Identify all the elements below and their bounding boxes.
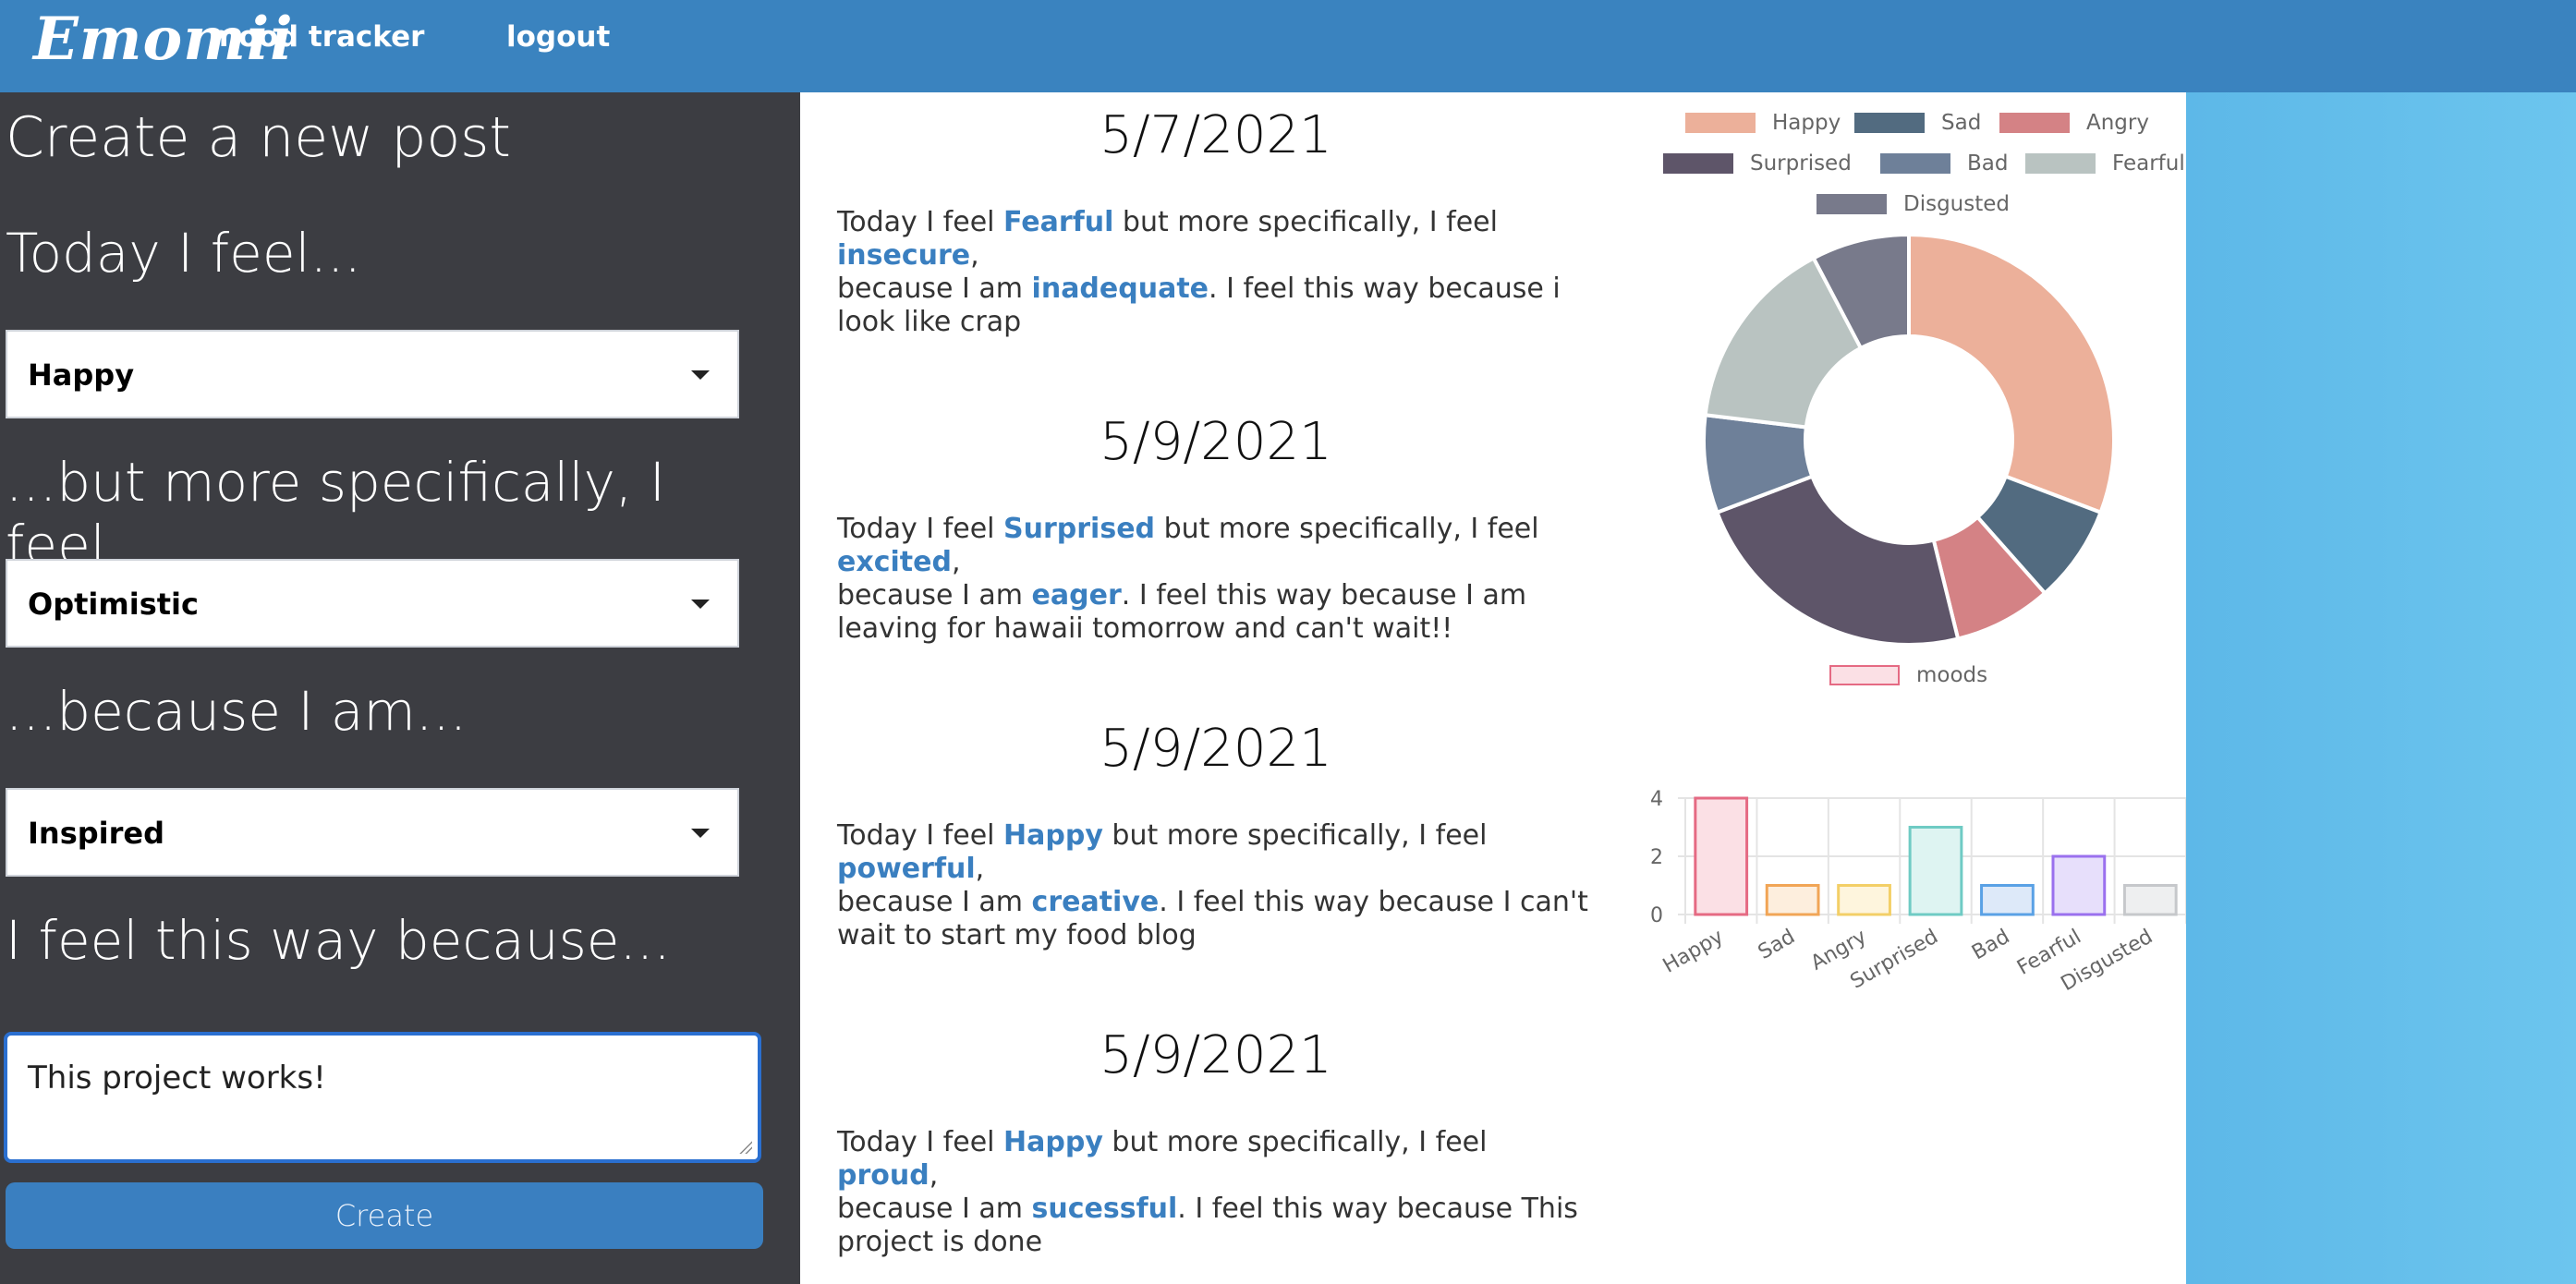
mood-donut-chart — [1702, 232, 2116, 647]
because-label: ...because I am... — [6, 680, 468, 743]
post-text: Today I feel — [837, 513, 1004, 545]
post-text: . I feel this way because — [1121, 579, 1466, 612]
post-text: because I am — [837, 579, 1032, 612]
post-specific-mood: insecure — [837, 239, 971, 272]
donut-slice-surprised[interactable] — [1714, 474, 1961, 647]
bar-fearful[interactable] — [2051, 854, 2107, 916]
specific-label: ...but more specifically, I feel... — [6, 451, 665, 576]
post-card: 5/9/2021 Today I feel Surprised but more… — [837, 412, 1595, 646]
y-tick-label: 4 — [1650, 788, 1663, 811]
post-mood: Happy — [1003, 819, 1103, 852]
post-text: but more specifically, I feel — [1102, 1126, 1488, 1158]
form-title: Create a new post — [6, 105, 511, 170]
post-because: sucessful — [1031, 1193, 1178, 1225]
x-tick-label: Happy — [1659, 926, 1728, 978]
post-text: because I am — [837, 273, 1032, 305]
post-text: . I feel this way because — [1159, 886, 1503, 918]
donut-slice-happy[interactable] — [1907, 232, 2116, 515]
page-background — [2186, 92, 2576, 1284]
specific-select[interactable]: Optimistic — [6, 559, 739, 648]
post-date: 5/7/2021 — [1100, 105, 1332, 165]
brand-subtitle: mood tracker — [209, 20, 425, 54]
post-text: , — [975, 853, 985, 885]
bar-sad[interactable] — [1765, 884, 1820, 916]
post-date: 5/9/2021 — [1100, 1025, 1332, 1085]
post-body: Today I feel Happy but more specifically… — [837, 819, 1595, 952]
post-body: Today I feel Fearful but more specifical… — [837, 206, 1595, 339]
post-mood: Happy — [1003, 1126, 1103, 1158]
mood-bar-chart: 024Happy Sad AngrySurprised Bad FearfulDisgu… — [1650, 788, 2186, 996]
create-button[interactable]: Create — [6, 1182, 763, 1249]
reason-textarea-value: This project works! — [28, 1060, 326, 1096]
post-text: , — [970, 239, 979, 272]
post-text: , — [929, 1159, 939, 1192]
post-text: . I feel this way because — [1209, 273, 1553, 305]
x-tick-label: Sad — [1755, 926, 1799, 964]
logout-link[interactable]: logout — [506, 20, 610, 54]
post-because: creative — [1031, 886, 1160, 918]
charts-panel: Happy Sad Angry Surprised Bad Fearful Disguste… — [1632, 92, 2186, 1284]
chevron-down-icon — [691, 829, 710, 838]
post-text: . I feel this way because — [1177, 1193, 1522, 1225]
feel-label: Today I feel... — [6, 222, 361, 285]
post-text: Today I feel — [837, 819, 1004, 852]
bar-surprised[interactable] — [1908, 826, 1963, 916]
post-text: , — [951, 546, 961, 578]
legend-swatch — [1829, 665, 1900, 685]
post-specific-mood: powerful — [837, 853, 976, 885]
because-select-value: Inspired — [28, 816, 164, 851]
post-text: but more specifically, I feel — [1113, 206, 1498, 238]
feel-select[interactable]: Happy — [6, 330, 739, 418]
resize-handle-icon[interactable] — [739, 1141, 752, 1154]
specific-select-value: Optimistic — [28, 587, 199, 622]
x-tick-label: Bad — [1968, 926, 2013, 965]
posts-feed: 5/7/2021 Today I feel Fearful but more s… — [800, 92, 1632, 1284]
reason-label: I feel this way because... — [6, 909, 671, 972]
y-tick-label: 2 — [1650, 846, 1663, 869]
post-text: because I am — [837, 886, 1032, 918]
post-specific-mood: excited — [837, 546, 952, 578]
feel-select-value: Happy — [28, 357, 135, 393]
post-specific-mood: proud — [837, 1159, 930, 1192]
bar-happy[interactable] — [1694, 796, 1749, 916]
because-select[interactable]: Inspired — [6, 788, 739, 877]
post-text: but more specifically, I feel — [1155, 513, 1539, 545]
post-text: because I am — [837, 1193, 1032, 1225]
y-tick-label: 0 — [1650, 904, 1663, 927]
post-because: eager — [1031, 579, 1122, 612]
post-body: Today I feel Happy but more specifically… — [837, 1126, 1595, 1259]
post-date: 5/9/2021 — [1100, 412, 1332, 472]
post-text: Today I feel — [837, 1126, 1004, 1158]
post-card: 5/9/2021 Today I feel Happy but more spe… — [837, 1025, 1595, 1259]
post-text: but more specifically, I feel — [1102, 819, 1488, 852]
post-mood: Surprised — [1003, 513, 1156, 545]
chevron-down-icon — [691, 600, 710, 609]
bar-bad[interactable] — [1980, 884, 2035, 916]
post-body: Today I feel Surprised but more specific… — [837, 513, 1595, 646]
post-card: 5/7/2021 Today I feel Fearful but more s… — [837, 105, 1595, 339]
post-date: 5/9/2021 — [1100, 719, 1332, 779]
bar-angry[interactable] — [1837, 884, 1891, 916]
post-because: inadequate — [1031, 273, 1209, 305]
chevron-down-icon — [691, 370, 710, 380]
top-navbar: Emomii mood tracker logout — [0, 0, 2576, 92]
post-card: 5/9/2021 Today I feel Happy but more spe… — [837, 719, 1595, 952]
post-mood: Fearful — [1003, 206, 1114, 238]
reason-textarea[interactable]: This project works! — [4, 1032, 761, 1163]
bar-disgusted[interactable] — [2122, 884, 2178, 916]
post-text: Today I feel — [837, 206, 1004, 238]
